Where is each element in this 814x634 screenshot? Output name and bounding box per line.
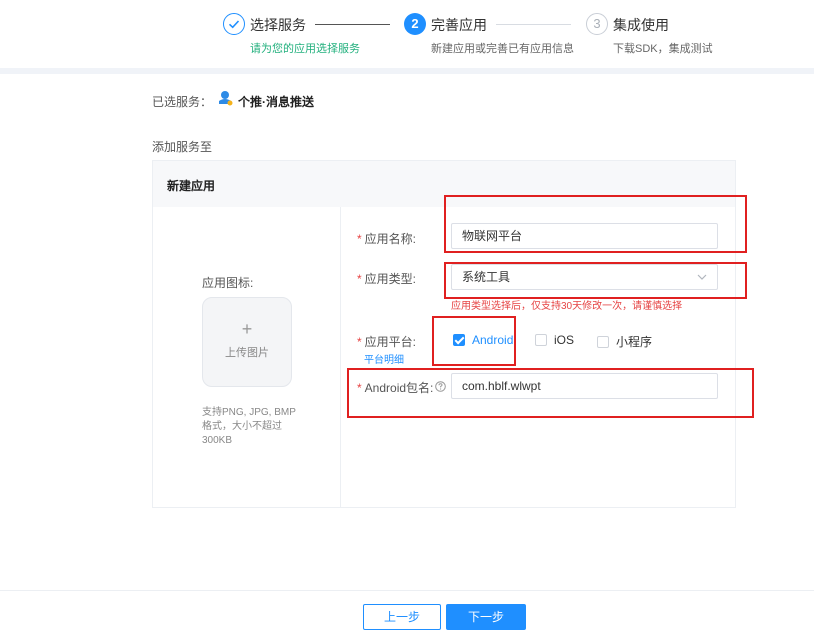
step-3-number: 3 (586, 13, 608, 35)
platform-label: * 应用平台: (357, 335, 417, 349)
prev-button[interactable]: 上一步 (363, 604, 441, 630)
platform-detail-link[interactable]: 平台明细 (364, 351, 404, 366)
push-service-icon (216, 89, 234, 107)
step-2-subtitle: 新建应用或完善已有应用信息 (431, 43, 574, 55)
panel-title: 新建应用 (167, 179, 216, 193)
step-2-number: 2 (404, 13, 426, 35)
checkbox-icon[interactable] (535, 334, 547, 346)
checkbox-icon[interactable] (597, 336, 609, 348)
upload-text: 上传图片 (225, 347, 269, 359)
steps-header: 选择服务 请为您的应用选择服务 2 完善应用 新建应用或完善已有应用信息 3 集… (0, 0, 814, 68)
step-connector (315, 24, 390, 25)
annotation-box-app-name (444, 195, 747, 253)
panel-divider (340, 207, 341, 507)
plus-icon: + (241, 319, 253, 339)
step-1-subtitle: 请为您的应用选择服务 (250, 43, 360, 55)
app-type-hint: 应用类型选择后，仅支持30天修改一次，请谨慎选择 (451, 301, 683, 312)
add-to-label: 添加服务至 (152, 140, 213, 154)
next-button[interactable]: 下一步 (446, 604, 526, 630)
annotation-box-app-type (444, 262, 747, 299)
step-connector (496, 24, 571, 25)
step-2-title: 完善应用 (431, 17, 487, 33)
step-1-check-icon (223, 13, 245, 35)
annotation-box-platform (432, 316, 516, 366)
upload-hint: 支持PNG, JPG, BMP格式，大小不超过300KB (202, 407, 296, 446)
header-divider-band (0, 68, 814, 74)
app-icon-label: 应用图标: (202, 276, 254, 290)
app-name-label: * 应用名称: (357, 232, 417, 246)
app-type-label: * 应用类型: (357, 272, 417, 286)
upload-image-box[interactable]: + 上传图片 (202, 297, 292, 387)
selected-service-name: 个推·消息推送 (238, 95, 314, 109)
step-3-title: 集成使用 (613, 17, 669, 33)
platform-option-ios[interactable]: iOS (535, 333, 574, 347)
annotation-box-package (347, 368, 754, 418)
platform-option-miniprogram[interactable]: 小程序 (597, 333, 652, 350)
selected-service-label: 已选服务： (152, 95, 213, 109)
footer-bar: 上一步 下一步 (0, 590, 814, 634)
step-3-subtitle: 下载SDK，集成测试 (613, 43, 713, 55)
step-1-title: 选择服务 (250, 17, 306, 33)
